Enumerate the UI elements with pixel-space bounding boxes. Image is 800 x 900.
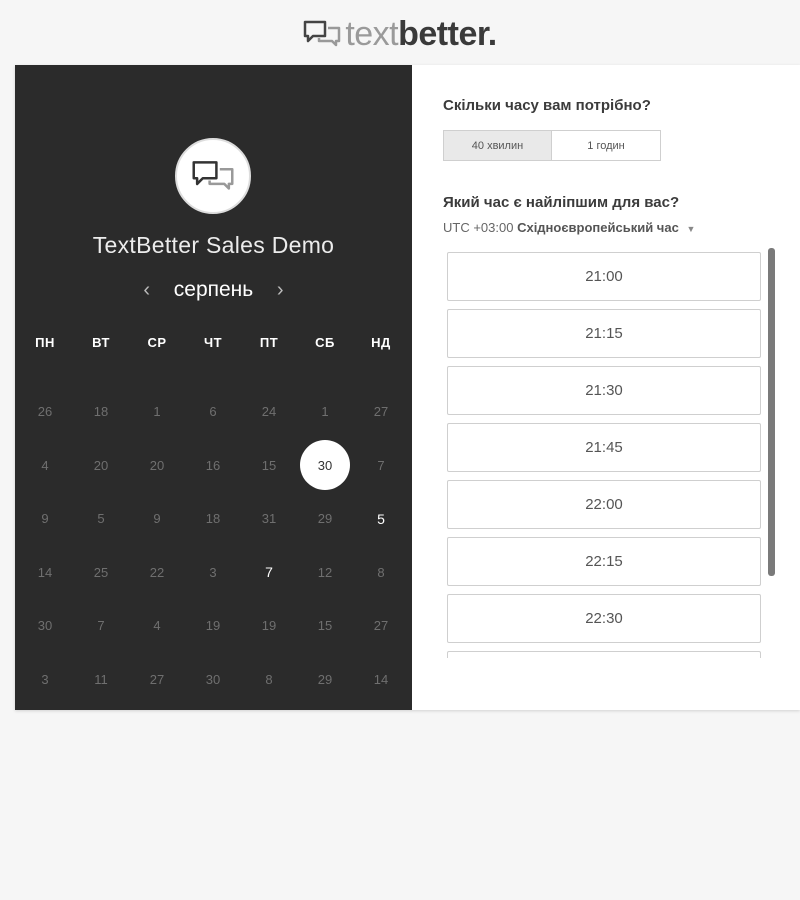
chat-bubbles-icon xyxy=(304,20,341,47)
calendar-day: 30 xyxy=(205,671,221,687)
next-month-button[interactable]: › xyxy=(269,279,291,302)
calendar-week: 9 5 9 18 31 29 5 xyxy=(17,492,409,546)
timezone-selector[interactable]: UTC +03:00 Східноєвропейський час ▼ xyxy=(443,220,695,235)
event-title: TextBetter Sales Demo xyxy=(92,232,335,258)
time-slot-button[interactable]: 22:00 xyxy=(447,480,761,529)
month-label: серпень xyxy=(173,278,254,301)
weekday-label: НД xyxy=(371,335,391,350)
calendar-day: 3 xyxy=(41,671,49,687)
calendar-day: 27 xyxy=(149,671,165,687)
calendar-day: 4 xyxy=(41,457,49,473)
calendar-day: 8 xyxy=(377,564,385,580)
calendar-day: 7 xyxy=(377,457,385,473)
calendar-week: 14 25 22 3 7 12 8 xyxy=(17,546,409,600)
calendar-day: 4 xyxy=(153,618,161,634)
time-slot-button[interactable]: 21:45 xyxy=(447,423,761,472)
calendar-day: 19 xyxy=(205,618,221,634)
calendar-day: 24 xyxy=(261,404,277,420)
calendar-day: 9 xyxy=(41,511,49,527)
weekday-label: ВТ xyxy=(92,335,110,350)
caret-down-icon: ▼ xyxy=(686,224,696,234)
weekday-label: ЧТ xyxy=(203,335,223,350)
weekday-header: ПН ВТ СР ЧТ ПТ СБ НД xyxy=(17,335,409,350)
calendar-day: 3 xyxy=(209,564,217,580)
calendar-grid: 26 18 1 6 24 1 27 4 20 20 16 15 30 7 9 5 9 18 31 29 5 14 25 22 3… xyxy=(17,385,409,706)
time-question: Який час є найліпшим для вас? xyxy=(443,194,680,211)
calendar-day: 18 xyxy=(205,511,221,527)
calendar-day: 25 xyxy=(93,564,109,580)
textbetter-logo: text better. xyxy=(0,14,800,54)
selected-day[interactable]: 30 xyxy=(300,440,350,491)
calendar-day: 11 xyxy=(94,671,108,687)
time-slot-button[interactable]: 21:00 xyxy=(447,252,761,301)
calendar-day[interactable]: 7 xyxy=(241,546,297,600)
duration-option[interactable]: 40 хвилин xyxy=(443,130,552,161)
time-selection-panel: Скільки часу вам потрібно? 40 хвилин 1 го… xyxy=(412,65,800,710)
weekday-label: ПТ xyxy=(259,335,279,350)
calendar-day: 12 xyxy=(317,564,333,580)
calendar-day: 15 xyxy=(261,457,277,473)
month-navigation: ‹ серпень › xyxy=(15,275,412,305)
calendar-day: 1 xyxy=(321,404,329,420)
time-slot-button[interactable] xyxy=(447,651,761,658)
weekday-label: СБ xyxy=(315,335,335,350)
calendar-day: 18 xyxy=(93,404,109,420)
timezone-offset: UTC +03:00 xyxy=(443,220,514,235)
duration-selector: 40 хвилин 1 годин xyxy=(443,130,661,161)
avatar xyxy=(175,138,251,214)
time-slot-button[interactable]: 22:30 xyxy=(447,594,761,643)
weekday-label: ПН xyxy=(35,335,55,350)
calendar-week: 4 20 20 16 15 30 7 xyxy=(17,439,409,493)
timezone-name: Східноєвропейський час xyxy=(517,220,679,235)
duration-option[interactable]: 1 годин xyxy=(552,130,661,161)
calendar-day[interactable]: 5 xyxy=(353,492,409,546)
calendar-day: 22 xyxy=(149,564,165,580)
time-slot-button[interactable]: 22:15 xyxy=(447,537,761,586)
calendar-panel: TextBetter Sales Demo ‹ серпень › ПН ВТ СР… xyxy=(15,65,412,710)
calendar-week: 26 18 1 6 24 1 27 xyxy=(17,385,409,439)
calendar-day[interactable]: 30 xyxy=(297,439,353,493)
time-slot-button[interactable]: 21:15 xyxy=(447,309,761,358)
calendar-day: 14 xyxy=(373,671,389,687)
calendar-day: 1 xyxy=(153,404,161,420)
calendar-week: 30 7 4 19 19 15 27 xyxy=(17,599,409,653)
scheduler-card: TextBetter Sales Demo ‹ серпень › ПН ВТ СР… xyxy=(15,65,800,710)
calendar-day: 27 xyxy=(373,618,389,634)
calendar-day: 20 xyxy=(149,457,165,473)
calendar-day: 20 xyxy=(93,457,109,473)
calendar-day: 9 xyxy=(153,511,161,527)
calendar-day: 16 xyxy=(205,457,221,473)
calendar-day: 26 xyxy=(37,404,53,420)
calendar-day: 29 xyxy=(317,511,333,527)
calendar-day: 19 xyxy=(261,618,277,634)
calendar-day: 27 xyxy=(373,404,389,420)
duration-question: Скільки часу вам потрібно? xyxy=(443,97,651,114)
calendar-day: 6 xyxy=(209,404,217,420)
logo-text-light: text xyxy=(345,14,399,53)
calendar-day: 5 xyxy=(97,511,105,527)
calendar-day: 29 xyxy=(317,671,333,687)
calendar-week: 3 11 27 30 8 29 14 xyxy=(17,653,409,707)
weekday-label: СР xyxy=(147,335,167,350)
time-slot-list: 21:00 21:15 21:30 21:45 22:00 22:15 22:30 xyxy=(447,252,762,658)
calendar-day: 30 xyxy=(37,618,53,634)
calendar-day: 8 xyxy=(265,671,273,687)
calendar-day: 15 xyxy=(317,618,333,634)
scrollbar[interactable] xyxy=(768,248,775,576)
calendar-day: 14 xyxy=(37,564,53,580)
prev-month-button[interactable]: ‹ xyxy=(136,279,158,302)
time-slot-button[interactable]: 21:30 xyxy=(447,366,761,415)
calendar-day: 7 xyxy=(97,618,105,634)
calendar-day: 31 xyxy=(261,511,277,527)
chat-bubbles-icon xyxy=(192,161,234,190)
logo-text-bold: better. xyxy=(398,14,497,53)
